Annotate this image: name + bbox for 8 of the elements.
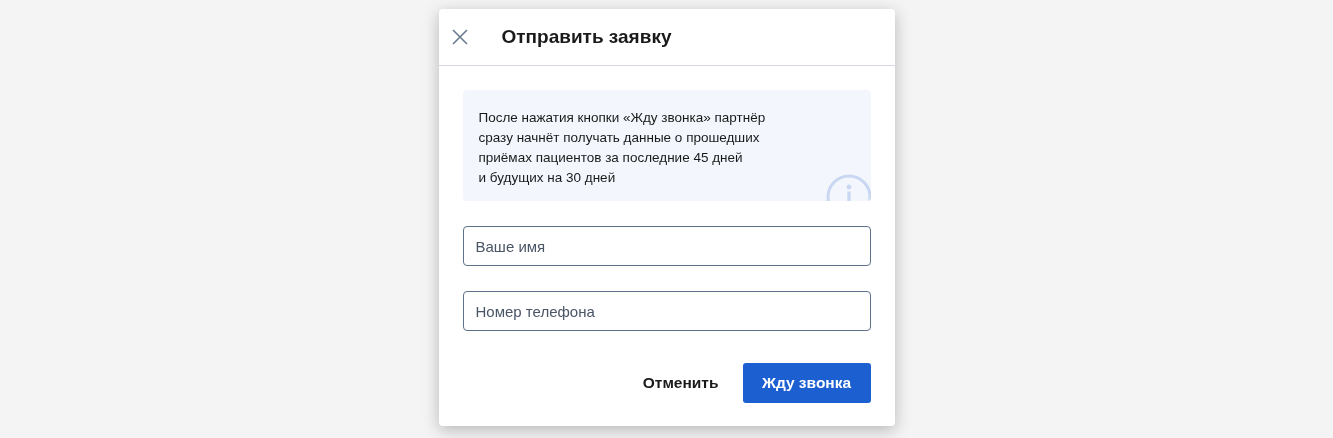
- cancel-button[interactable]: Отменить: [642, 363, 719, 403]
- close-icon[interactable]: [451, 29, 468, 45]
- dialog-title: Отправить заявку: [501, 26, 672, 48]
- input-field[interactable]: Номер телефона: [462, 291, 871, 331]
- input-field[interactable]: Ваше имя: [462, 226, 871, 266]
- info-icon: [824, 174, 871, 201]
- info-text: После нажатия кнопки «Жду звонка» партнёр сразу начнёт получать данные о прошедших приёмах пациентов за последние 45 дней и будущих на 30 дней: [478, 109, 767, 187]
- submit-button[interactable]: Жду звонка: [742, 363, 871, 403]
